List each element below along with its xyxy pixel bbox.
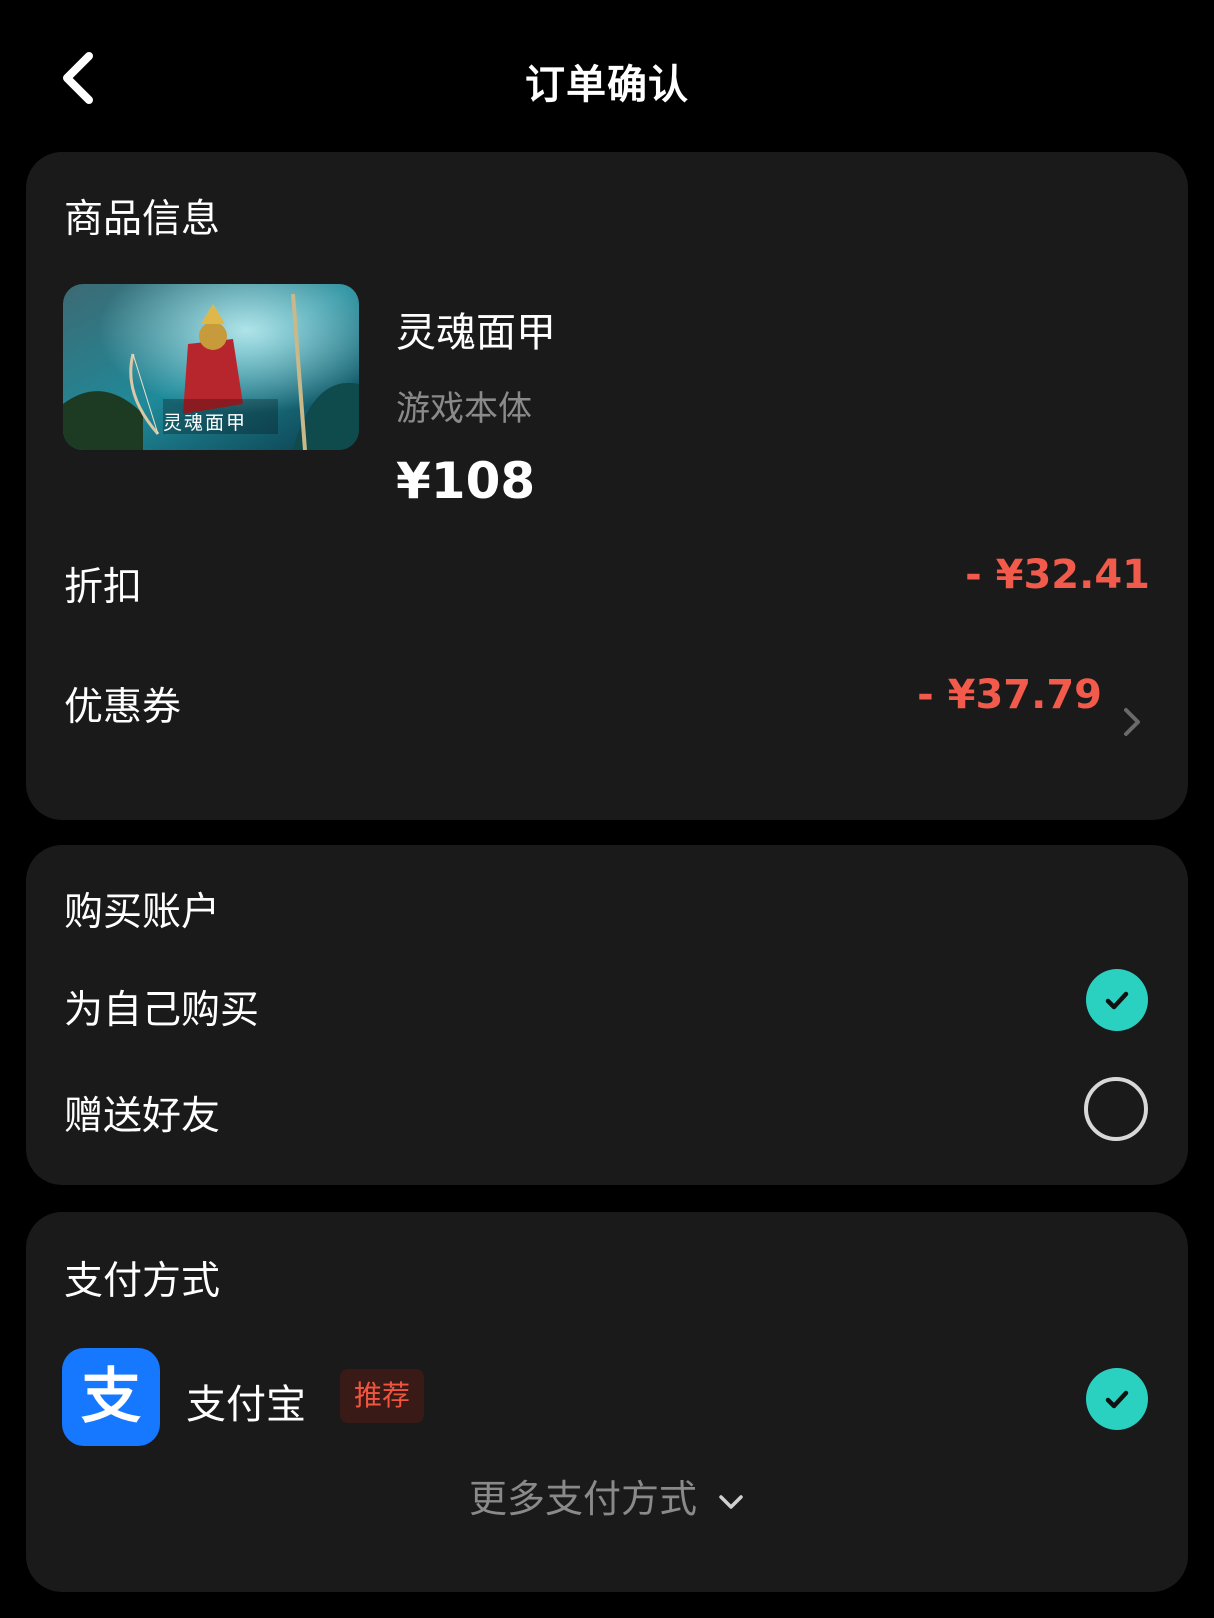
option-gift-friend[interactable]: 赠送好友 [26,1055,1188,1155]
discount-label: 折扣 [64,565,143,610]
section-title-account: 购买账户 [64,890,221,935]
top-bar: 订单确认 [0,0,1214,150]
product-info-card: 商品信息 灵魂面甲 灵魂面甲 游戏本体 ¥108 折扣 - ¥32.41 优惠券… [26,152,1188,820]
recommended-badge: 推荐 [340,1369,425,1423]
coupon-row[interactable]: 优惠券 - ¥37.79 [26,652,1188,772]
coupon-label: 优惠券 [64,685,182,730]
chevron-right-icon[interactable] [1118,702,1146,742]
more-payment-methods-button[interactable]: 更多支付方式 [26,1468,1188,1523]
payment-method-name: 支付宝 [186,1382,306,1428]
page-title: 订单确认 [525,62,689,108]
payment-option-alipay[interactable]: 支 支付宝 推荐 [26,1212,1188,1462]
option-buy-for-self[interactable]: 为自己购买 [26,945,1188,1045]
discount-value: - ¥32.41 [965,552,1150,598]
thumbnail-caption: 灵魂面甲 [163,412,248,434]
check-circle-icon[interactable] [1086,969,1148,1031]
check-circle-icon[interactable] [1086,1368,1148,1430]
alipay-icon: 支 [62,1348,160,1446]
purchase-account-card: 购买账户 为自己购买 赠送好友 [26,845,1188,1185]
chevron-down-icon [719,1494,743,1509]
option-label: 赠送好友 [64,1094,221,1139]
product-price: ¥108 [396,452,536,510]
section-title-product: 商品信息 [64,197,221,242]
more-payment-label: 更多支付方式 [468,1477,697,1521]
product-edition: 游戏本体 [396,389,532,429]
payment-method-card: 支付方式 支 支付宝 推荐 更多支付方式 [26,1212,1188,1592]
coupon-value: - ¥37.79 [917,672,1102,718]
option-label: 为自己购买 [64,988,260,1033]
product-name: 灵魂面甲 [396,310,556,356]
radio-empty-icon[interactable] [1084,1077,1148,1141]
product-thumbnail[interactable]: 灵魂面甲 [63,284,359,450]
